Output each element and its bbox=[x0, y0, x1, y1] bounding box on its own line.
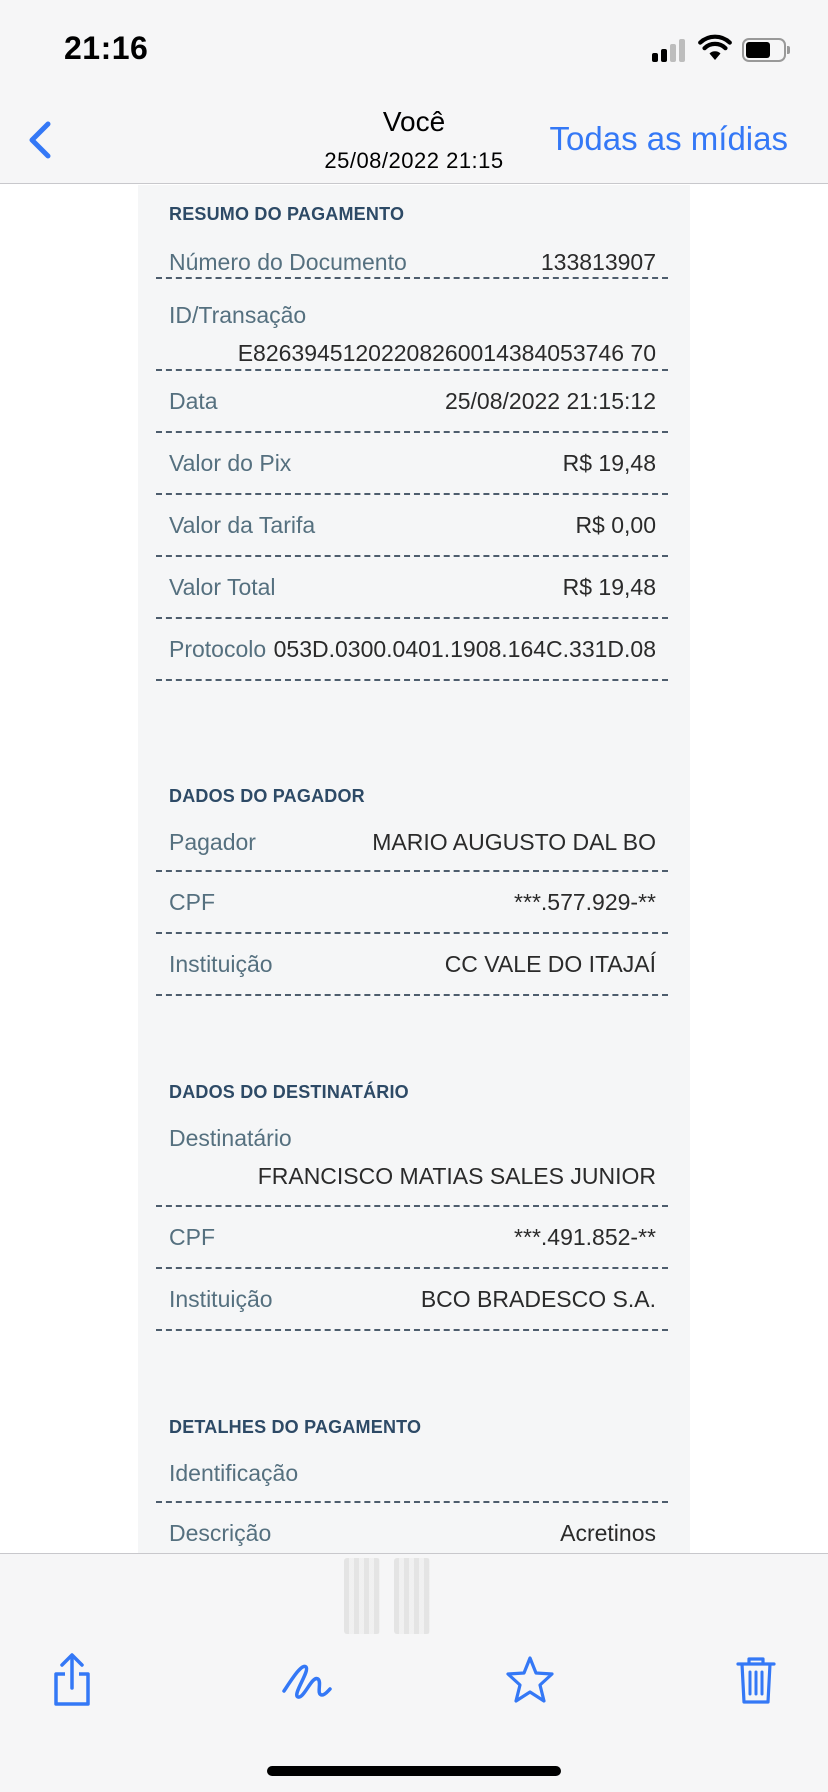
row-label: Descrição bbox=[169, 1520, 272, 1546]
delete-button[interactable] bbox=[728, 1650, 784, 1710]
star-icon bbox=[506, 1656, 554, 1703]
row-value: 133813907 bbox=[540, 249, 656, 275]
row-identificacao: Identificação bbox=[156, 1428, 668, 1503]
row-id-transacao: ID/Transação E82639451202208260014384053… bbox=[156, 279, 668, 371]
row-valor-pix: Valor do Pix R$ 19,48 bbox=[156, 433, 668, 495]
markup-icon bbox=[282, 1664, 332, 1699]
row-label: CPF bbox=[169, 1224, 215, 1250]
row-label: Número do Documento bbox=[169, 249, 407, 275]
all-media-button[interactable]: Todas as mídias bbox=[550, 120, 788, 158]
row-label: Valor do Pix bbox=[169, 450, 292, 476]
payment-receipt: RESUMO DO PAGAMENTO Número do Documento … bbox=[138, 185, 690, 1553]
row-value: ***.577.929-** bbox=[514, 889, 656, 915]
status-time: 21:16 bbox=[64, 30, 149, 66]
row-label: ID/Transação bbox=[169, 302, 307, 328]
row-label: Destinatário bbox=[169, 1125, 292, 1151]
battery-icon bbox=[742, 38, 790, 62]
row-value: 25/08/2022 21:15:12 bbox=[444, 388, 656, 414]
media-thumbnail-strip[interactable] bbox=[344, 1558, 434, 1634]
row-label: Data bbox=[169, 388, 218, 414]
row-pagador: Pagador MARIO AUGUSTO DAL BO bbox=[156, 797, 668, 872]
row-label: Pagador bbox=[169, 829, 256, 855]
media-viewer[interactable]: RESUMO DO PAGAMENTO Número do Documento … bbox=[0, 185, 828, 1553]
media-thumbnail[interactable] bbox=[344, 1558, 380, 1634]
media-thumbnail[interactable] bbox=[394, 1558, 430, 1634]
trash-icon bbox=[736, 1657, 776, 1704]
markup-button[interactable] bbox=[278, 1650, 334, 1710]
row-label: CPF bbox=[169, 889, 215, 915]
row-pagador-cpf: CPF ***.577.929-** bbox=[156, 872, 668, 934]
row-value: R$ 19,48 bbox=[562, 450, 656, 476]
row-data: Data 25/08/2022 21:15:12 bbox=[156, 371, 668, 433]
row-valor-tarifa: Valor da Tarifa R$ 0,00 bbox=[156, 495, 668, 557]
row-destinatario-cpf: CPF ***.491.852-** bbox=[156, 1207, 668, 1269]
row-pagador-instituicao: Instituição CC VALE DO ITAJAÍ bbox=[156, 934, 668, 996]
row-value: R$ 19,48 bbox=[562, 574, 656, 600]
row-label: Instituição bbox=[169, 951, 273, 977]
share-button[interactable] bbox=[44, 1650, 100, 1710]
row-value: R$ 0,00 bbox=[575, 512, 656, 538]
row-destinatario: Destinatário FRANCISCO MATIAS SALES JUNI… bbox=[156, 1093, 668, 1207]
row-value: CC VALE DO ITAJAÍ bbox=[444, 951, 656, 977]
favorite-button[interactable] bbox=[502, 1650, 558, 1710]
share-icon bbox=[54, 1653, 90, 1706]
row-value: 053D.0300.0401.1908.164C.331D.08 bbox=[273, 636, 656, 662]
row-destinatario-instituicao: Instituição BCO BRADESCO S.A. bbox=[156, 1269, 668, 1331]
navigation-bar: Você 25/08/2022 21:15 Todas as mídias bbox=[0, 96, 828, 184]
row-value: FRANCISCO MATIAS SALES JUNIOR bbox=[257, 1163, 656, 1189]
row-value: E82639451202208260014384053746 70 bbox=[237, 340, 656, 366]
row-label: Protocolo bbox=[169, 636, 267, 662]
row-protocolo: Protocolo 053D.0300.0401.1908.164C.331D.… bbox=[156, 619, 668, 681]
bottom-toolbar bbox=[0, 1553, 828, 1792]
row-descricao: Descrição Acretinos bbox=[156, 1503, 668, 1553]
wifi-icon bbox=[698, 34, 732, 60]
status-bar: 21:16 bbox=[0, 0, 828, 96]
row-label: Valor da Tarifa bbox=[169, 512, 316, 538]
row-numero-documento: Número do Documento 133813907 bbox=[156, 217, 668, 279]
row-label: Identificação bbox=[169, 1460, 299, 1486]
row-value: MARIO AUGUSTO DAL BO bbox=[372, 829, 656, 855]
row-label: Valor Total bbox=[169, 574, 276, 600]
home-indicator[interactable] bbox=[267, 1766, 561, 1776]
row-value: Acretinos bbox=[560, 1520, 656, 1546]
row-value: BCO BRADESCO S.A. bbox=[420, 1286, 656, 1312]
row-valor-total: Valor Total R$ 19,48 bbox=[156, 557, 668, 619]
row-value: ***.491.852-** bbox=[514, 1224, 656, 1250]
row-label: Instituição bbox=[169, 1286, 273, 1312]
cellular-signal-icon bbox=[652, 38, 690, 62]
